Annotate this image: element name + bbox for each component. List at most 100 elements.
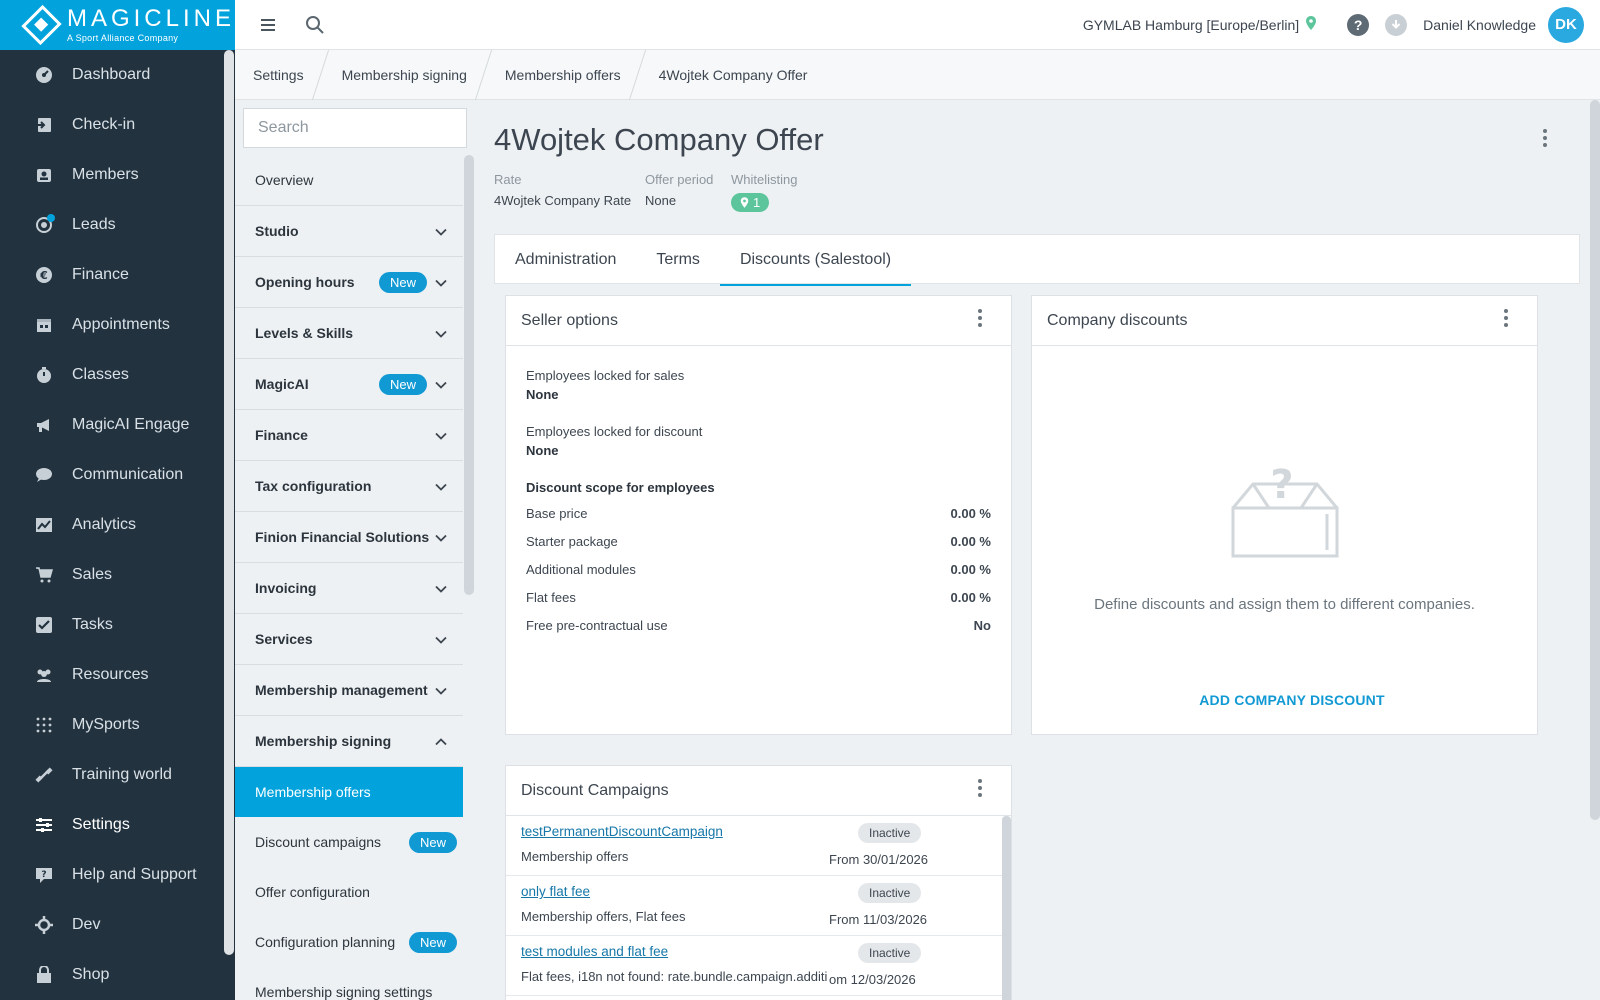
settings-section-invoicing[interactable]: Invoicing xyxy=(235,563,463,614)
settings-section-tax-configuration[interactable]: Tax configuration xyxy=(235,461,463,512)
nav-item-dev[interactable]: Dev xyxy=(0,900,235,950)
breadcrumb-settings[interactable]: Settings xyxy=(235,50,324,100)
settings-section-magicai[interactable]: MagicAI New xyxy=(235,359,463,410)
chevron-down-icon[interactable] xyxy=(435,223,447,239)
rate-label: Rate xyxy=(494,172,522,187)
campaign-status-badge: Inactive xyxy=(858,883,922,903)
magicline-logo[interactable]: MAGICLINE A Sport Alliance Company xyxy=(0,0,235,50)
nav-item-leads[interactable]: Leads xyxy=(0,200,235,250)
help-icon[interactable]: ? xyxy=(1347,13,1370,36)
nav-item-mysports[interactable]: MySports xyxy=(0,700,235,750)
chevron-down-icon[interactable] xyxy=(435,325,447,341)
settings-section-label: Opening hours xyxy=(255,274,355,290)
discount-campaigns-title: Discount Campaigns xyxy=(521,781,669,799)
nav-item-resources[interactable]: Resources xyxy=(0,650,235,700)
tab-terms[interactable]: Terms xyxy=(636,235,720,285)
scope-value: 0.00 % xyxy=(950,589,991,605)
nav-item-classes[interactable]: Classes xyxy=(0,350,235,400)
tab-discounts-salestool[interactable]: Discounts (Salestool) xyxy=(719,235,912,286)
nav-item-label: Tasks xyxy=(72,616,113,633)
campaign-scope: Membership offers xyxy=(521,849,629,864)
campaign-name-link[interactable]: testPermanentDiscountCampaign xyxy=(521,824,723,839)
nav-item-appointments[interactable]: Appointments xyxy=(0,300,235,350)
settings-section-opening-hours[interactable]: Opening hours New xyxy=(235,257,463,308)
breadcrumb-membership-signing[interactable]: Membership signing xyxy=(324,50,487,100)
nav-item-analytics[interactable]: Analytics xyxy=(0,500,235,550)
campaign-name-link[interactable]: test modules and flat fee xyxy=(521,944,668,959)
chevron-down-icon[interactable] xyxy=(435,529,447,545)
campaign-name-link[interactable]: only flat fee xyxy=(521,884,590,899)
discount-scope-row: Base price 0.00 % xyxy=(526,499,991,527)
add-company-discount-button[interactable]: ADD COMPANY DISCOUNT xyxy=(1032,692,1552,708)
chevron-down-icon[interactable] xyxy=(435,274,447,290)
settings-section-membership-signing[interactable]: Membership signing xyxy=(235,716,463,767)
empty-box-icon: ? xyxy=(1229,462,1341,563)
discount-scope-row: Additional modules 0.00 % xyxy=(526,555,991,583)
nav-scrollbar[interactable] xyxy=(224,50,234,955)
chart-icon xyxy=(34,515,54,535)
chevron-down-icon[interactable] xyxy=(435,580,447,596)
seller-options-menu-icon[interactable] xyxy=(977,308,983,333)
studio-selector[interactable]: GYMLAB Hamburg [Europe/Berlin] xyxy=(1083,17,1299,33)
settings-subitem-discount-campaigns[interactable]: Discount campaigns New xyxy=(235,817,463,867)
settings-section-label: Tax configuration xyxy=(255,478,372,494)
people-icon xyxy=(34,665,54,685)
settings-nav-scrollbar[interactable] xyxy=(464,155,474,595)
nav-item-magicai-engage[interactable]: MagicAI Engage xyxy=(0,400,235,450)
company-discounts-title: Company discounts xyxy=(1047,311,1188,329)
chevron-down-icon[interactable] xyxy=(435,427,447,443)
discount-scope-title: Discount scope for employees xyxy=(526,480,715,495)
nav-item-communication[interactable]: Communication xyxy=(0,450,235,500)
settings-section-overview[interactable]: Overview xyxy=(235,155,463,206)
main-scrollbar[interactable] xyxy=(1590,100,1600,820)
nav-item-training-world[interactable]: Training world xyxy=(0,750,235,800)
company-discounts-menu-icon[interactable] xyxy=(1503,308,1509,333)
nav-item-help-and-support[interactable]: ? Help and Support xyxy=(0,850,235,900)
user-name[interactable]: Daniel Knowledge xyxy=(1423,17,1536,33)
nav-item-members[interactable]: Members xyxy=(0,150,235,200)
nav-item-finance[interactable]: € Finance xyxy=(0,250,235,300)
settings-subitem-membership-offers[interactable]: Membership offers xyxy=(235,767,463,817)
hamburger-menu-icon[interactable] xyxy=(257,13,281,37)
chevron-down-icon[interactable] xyxy=(435,376,447,392)
chevron-down-icon[interactable] xyxy=(435,631,447,647)
nav-item-dashboard[interactable]: Dashboard xyxy=(0,50,235,100)
settings-section-finion-financial-solutions[interactable]: Finion Financial Solutions xyxy=(235,512,463,563)
nav-item-settings[interactable]: Settings xyxy=(0,800,235,850)
more-options-icon[interactable] xyxy=(1542,128,1548,153)
chevron-down-icon[interactable] xyxy=(435,682,447,698)
settings-subitem-membership-signing-settings[interactable]: Membership signing settings xyxy=(235,967,463,1000)
offer-tabs: Administration Terms Discounts (Salestoo… xyxy=(494,234,1580,286)
settings-section-finance[interactable]: Finance xyxy=(235,410,463,461)
avatar[interactable]: DK xyxy=(1548,6,1584,43)
settings-subitem-configuration-planning[interactable]: Configuration planning New xyxy=(235,917,463,967)
campaign-date: From 30/01/2026 xyxy=(827,852,929,867)
empty-state-text: Define discounts and assign them to diff… xyxy=(1094,596,1475,613)
nav-item-label: Members xyxy=(72,166,139,183)
settings-section-studio[interactable]: Studio xyxy=(235,206,463,257)
whitelisting-badge[interactable]: 1 xyxy=(731,193,770,212)
tab-administration[interactable]: Administration xyxy=(495,235,636,285)
settings-search-input[interactable] xyxy=(243,108,467,148)
stopwatch-icon xyxy=(34,365,54,385)
search-icon[interactable] xyxy=(303,13,327,37)
settings-section-membership-management[interactable]: Membership management xyxy=(235,665,463,716)
nav-item-sales[interactable]: Sales xyxy=(0,550,235,600)
chevron-down-icon[interactable] xyxy=(435,478,447,494)
download-icon[interactable] xyxy=(1385,13,1408,36)
nav-item-check-in[interactable]: Check-in xyxy=(0,100,235,150)
nav-item-label: Training world xyxy=(72,766,172,783)
breadcrumb-membership-offers[interactable]: Membership offers xyxy=(487,50,641,100)
discount-campaigns-menu-icon[interactable] xyxy=(977,778,983,803)
nav-item-tasks[interactable]: Tasks xyxy=(0,600,235,650)
campaigns-scrollbar[interactable] xyxy=(1002,816,1011,1000)
nav-item-label: Leads xyxy=(72,216,116,233)
settings-subitem-offer-configuration[interactable]: Offer configuration xyxy=(235,867,463,917)
settings-section-services[interactable]: Services xyxy=(235,614,463,665)
nav-item-shop[interactable]: Shop xyxy=(0,950,235,1000)
nav-item-label: Check-in xyxy=(72,116,136,133)
gear-icon xyxy=(34,915,54,935)
new-badge: New xyxy=(378,373,427,395)
chevron-up-icon[interactable] xyxy=(435,733,447,749)
settings-section-levels-and-skills[interactable]: Levels & Skills xyxy=(235,308,463,359)
